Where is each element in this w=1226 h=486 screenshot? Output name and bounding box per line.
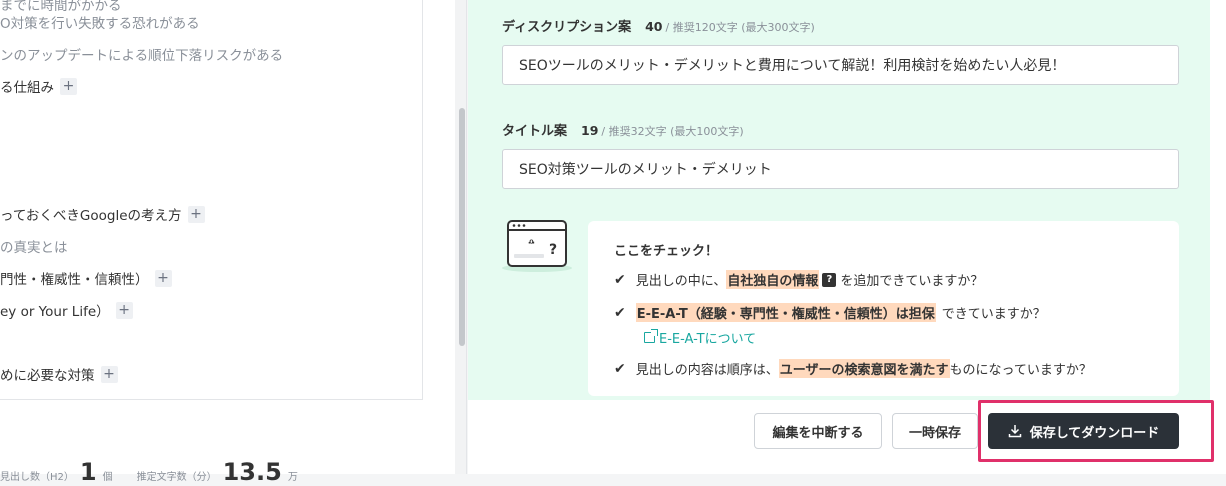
check-card: ここをチェック！ ✔ 見出しの中に、 自社独自の情報 ? を追加できていますか？… (588, 221, 1179, 396)
editor-panel: ディスクリプション案 40 / 推奨120文字 (最大300文字) SEOツール… (468, 0, 1226, 474)
description-input[interactable]: SEOツールのメリット・デメリットと費用について解説！利用検討を始めたい人必見！ (502, 45, 1179, 85)
add-subheading-plus-icon[interactable]: + (187, 205, 205, 223)
stat-value: 13.5 (222, 458, 282, 486)
check-text: 見出しの内容は順序は、 (635, 363, 779, 378)
eeat-link-label: E-E-A-Tについて (659, 332, 757, 347)
check-item-3: ✔ 見出しの内容は順序は、 ユーザーの検索意図を満たす ものになっていますか？ (614, 359, 1092, 378)
description-label: ディスクリプション案 (502, 20, 632, 35)
outline-item[interactable]: の真実とは (0, 236, 68, 256)
outline-item-label: ンのアップデートによる順位下落リスクがある (0, 48, 284, 64)
help-question-icon[interactable]: ? (822, 272, 837, 287)
outline-item[interactable]: っておくべきGoogleの考え方 + (0, 204, 205, 224)
outline-item-label: O対策を行い失敗する恐れがある (0, 16, 200, 32)
checkmark-icon: ✔ (614, 271, 626, 288)
check-highlight: 自社独自の情報 (726, 270, 820, 289)
stat-unit: 万 (287, 472, 298, 483)
stat-label: 見出し数（H2） (0, 472, 74, 483)
save-download-label: 保存してダウンロード (1029, 425, 1160, 441)
stat-unit: 個 (102, 472, 113, 483)
checkmark-icon: ✔ (614, 304, 626, 321)
check-title: ここをチェック！ (614, 244, 719, 259)
title-label: タイトル案 (502, 124, 568, 139)
title-input[interactable]: SEO対策ツールのメリット・デメリット (502, 149, 1179, 189)
check-text: を追加できていますか？ (840, 274, 984, 289)
title-label-row: タイトル案 19 / 推奨32文字 (最大100文字) (502, 120, 744, 139)
footer-stats: 見出し数（H2） 1 個 推定文字数（分） 13.5 万 (0, 458, 298, 486)
outline-item-label: っておくべきGoogleの考え方 (0, 208, 182, 224)
add-subheading-plus-icon[interactable]: + (115, 301, 133, 319)
outline-item[interactable]: ンのアップデートによる順位下落リスクがある (0, 44, 283, 64)
svg-text:?: ? (549, 242, 557, 258)
editor-area: ディスクリプション案 40 / 推奨120文字 (最大300文字) SEOツール… (468, 0, 1210, 400)
add-subheading-plus-icon[interactable]: + (100, 365, 118, 383)
outline-item[interactable]: 門性・権威性・信頼性） + (0, 268, 172, 288)
description-char-count: 40 (645, 19, 663, 34)
eeat-link[interactable]: E-E-A-Tについて (644, 328, 756, 347)
save-download-button[interactable]: 保存してダウンロード (988, 413, 1179, 449)
check-item-1: ✔ 見出しの中に、 自社独自の情報 ? を追加できていますか？ (614, 270, 983, 289)
cancel-edit-button[interactable]: 編集を中断する (754, 413, 882, 449)
checkmark-icon: ✔ (614, 360, 626, 377)
stat-label: 推定文字数（分） (136, 472, 217, 483)
outline-item[interactable]: めに必要な対策 + (0, 364, 118, 384)
outline-item[interactable]: ey or Your Life） + (0, 300, 133, 320)
scrollbar-thumb[interactable] (459, 108, 465, 346)
outline-item-label: の真実とは (0, 240, 68, 256)
external-link-icon (644, 329, 658, 343)
check-highlight: ユーザーの検索意図を満たす (778, 359, 950, 378)
stat-value: 1 (79, 458, 97, 486)
check-text: ものになっていますか？ (949, 363, 1092, 378)
check-text: できていますか？ (941, 307, 1046, 322)
check-highlight: E-E-A-T（経験・専門性・権威性・信頼性）は担保 (635, 303, 936, 322)
add-subheading-plus-icon[interactable]: + (60, 77, 77, 95)
outline-panel: までに時間がかかる O対策を行い失敗する恐れがある ンのアップデートによる順位下… (0, 0, 455, 486)
title-char-count: 19 (581, 123, 599, 138)
outline-item-label: ey or Your Life） (0, 304, 110, 320)
description-recommend: / 推奨120文字 (最大300文字) (665, 21, 815, 34)
outline-item[interactable]: O対策を行い失敗する恐れがある (0, 12, 200, 32)
check-text: 見出しの中に、 (635, 274, 727, 289)
outline-item[interactable]: る仕組み + (0, 76, 77, 96)
check-item-2: ✔ E-E-A-T（経験・専門性・権威性・信頼性）は担保 できていますか？ (614, 303, 1046, 322)
outline-item-label: 門性・権威性・信頼性） (0, 272, 149, 288)
outline-item-label: めに必要な対策 (0, 368, 95, 384)
outline-card: までに時間がかかる O対策を行い失敗する恐れがある ンのアップデートによる順位下… (0, 0, 423, 400)
temp-save-button[interactable]: 一時保存 (892, 413, 978, 449)
svg-text:·ͦ·: ·ͦ· (528, 238, 535, 249)
download-icon (1008, 425, 1021, 438)
browser-question-illustration-icon: ·ͦ· ? (502, 220, 572, 272)
title-recommend: / 推奨32文字 (最大100文字) (601, 125, 744, 138)
add-subheading-plus-icon[interactable]: + (154, 269, 172, 287)
outline-item-label: る仕組み (0, 80, 54, 96)
description-label-row: ディスクリプション案 40 / 推奨120文字 (最大300文字) (502, 16, 815, 35)
